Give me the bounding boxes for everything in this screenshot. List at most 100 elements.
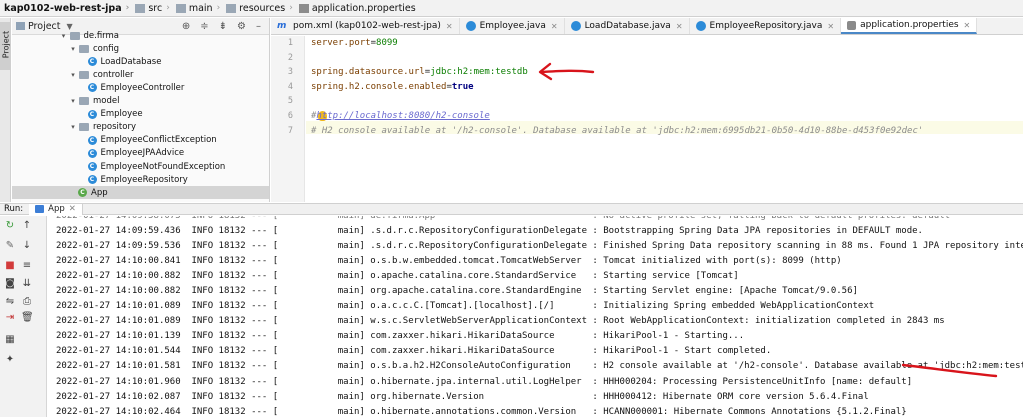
line-number: 1 [287, 38, 293, 48]
tree-item-employeerepository[interactable]: C EmployeeRepository [12, 173, 188, 186]
breadcrumb-separator-icon: › [166, 3, 170, 13]
editor-tab[interactable]: m pom.xml (kap0102-web-rest-jpa) ✕ [271, 18, 460, 34]
breadcrumb-separator-icon: › [125, 3, 130, 13]
tree-item-employeejpaadvice[interactable]: C EmployeeJPAAdvice [12, 147, 184, 160]
tree-item-app[interactable]: C App [12, 186, 269, 200]
close-icon[interactable]: ✕ [964, 21, 971, 30]
breadcrumb-item[interactable]: kap0102-web-rest-jpa › [4, 3, 133, 14]
console-line: 2022-01-27 14:10:01.544 INFO 18132 --- [… [56, 346, 772, 357]
code-line[interactable]: server.port=8099 [311, 37, 398, 50]
run-console[interactable]: 2022-01-27 14:09:58.075 INFO 18132 --- [… [48, 216, 1023, 417]
tree-item-label: EmployeeConflictException [100, 135, 217, 146]
collapse-all-icon[interactable]: ⇟ [219, 21, 227, 32]
console-line: 2022-01-27 14:10:02.464 INFO 18132 --- [… [56, 406, 907, 417]
tree-item-config[interactable]: ▾ config [12, 42, 119, 55]
run-config-tab-label: App [48, 204, 65, 214]
tree-item-label: EmployeeController [100, 82, 185, 93]
close-icon[interactable]: ✕ [827, 22, 834, 31]
tree-item-label: de.firma [83, 30, 120, 41]
stop-icon[interactable]: ■ [4, 260, 16, 271]
breadcrumb-separator-icon: › [216, 3, 221, 13]
java-class-icon [695, 21, 706, 31]
tree-item-employeecontroller[interactable]: C EmployeeController [12, 81, 184, 94]
tree-item-repository[interactable]: ▾ repository [12, 121, 136, 134]
tree-item-label: controller [93, 69, 134, 80]
exit-icon[interactable]: ⇥ [4, 312, 16, 323]
console-line: 2022-01-27 14:10:01.089 INFO 18132 --- [… [56, 316, 945, 327]
minimize-icon[interactable]: – [256, 21, 261, 32]
close-icon[interactable]: ✕ [69, 204, 76, 214]
gear-icon[interactable]: ⚙ [237, 21, 246, 32]
chevron-down-icon[interactable]: ▾ [69, 71, 77, 79]
java-class-icon [570, 21, 581, 31]
tree-item-label: EmployeeNotFoundException [100, 161, 226, 172]
layout-icon[interactable]: ▦ [4, 334, 16, 345]
folder-icon [135, 3, 146, 13]
code-editor[interactable]: 1 2 3 4 5 6 7 server.port=8099 spring.datasourc… [271, 36, 1023, 202]
breadcrumb-label: main [188, 2, 213, 14]
editor-tab[interactable]: application.properties ✕ [841, 18, 978, 34]
console-line: 2022-01-27 14:10:01.139 INFO 18132 --- [… [56, 331, 745, 342]
scroll-down-icon[interactable]: ↓ [21, 240, 33, 251]
breadcrumb-label: src [148, 2, 163, 14]
tree-item-employee[interactable]: C Employee [12, 108, 143, 121]
tree-item-employeeconflictexception[interactable]: C EmployeeConflictException [12, 134, 217, 147]
tree-item-loaddatabase[interactable]: C LoadDatabase [12, 55, 161, 68]
tree-item-de.firma[interactable]: ▾ de.firma [12, 29, 119, 42]
project-tool-tab[interactable]: Project [0, 22, 11, 70]
application-icon [35, 205, 45, 213]
tool-window-strip: Project [0, 18, 11, 202]
wrench-icon[interactable]: ✎ [4, 240, 16, 251]
close-icon[interactable]: ✕ [551, 22, 558, 31]
property-value: 8099 [376, 38, 398, 48]
code-line[interactable]: # H2 console available at '/h2-console'.… [311, 125, 923, 138]
soft-wrap-icon[interactable]: ≡ [21, 260, 33, 271]
code-line[interactable]: spring.datasource.url=jdbc:h2:mem:testdb [311, 66, 528, 79]
breadcrumb-item[interactable]: src › [133, 3, 173, 14]
code-line[interactable]: spring.h2.console.enabled=true [311, 81, 474, 94]
java-class-icon: C [87, 135, 97, 145]
property-key: spring.datasource.url [311, 67, 425, 78]
breadcrumb-item[interactable]: resources › [224, 3, 297, 14]
property-key: spring.h2.console.enabled [311, 81, 447, 92]
chevron-down-icon[interactable]: ▾ [60, 32, 68, 40]
breadcrumb-item[interactable]: application.properties [297, 3, 416, 14]
run-panel-header: Run: App ✕ [0, 203, 1023, 215]
print-icon[interactable]: ⎙ [21, 296, 33, 307]
breadcrumb: kap0102-web-rest-jpa › src › main › resources ›… [0, 0, 1023, 17]
editor-tab[interactable]: LoadDatabase.java ✕ [565, 18, 690, 34]
restore-layout-icon[interactable]: ⇋ [4, 296, 16, 307]
code-comment: # H2 console available at '/h2-console'.… [311, 125, 924, 136]
comment-link-text[interactable]: http://localhost:8080/h2-console [316, 111, 489, 121]
run-config-tab[interactable]: App ✕ [29, 203, 83, 215]
editor-tab[interactable]: EmployeeRepository.java ✕ [690, 18, 842, 34]
locate-icon[interactable]: ⊕ [182, 21, 190, 32]
console-line: 2022-01-27 14:10:00.841 INFO 18132 --- [… [56, 256, 842, 267]
scroll-up-icon[interactable]: ↑ [21, 220, 33, 231]
breadcrumb-item[interactable]: main › [174, 3, 224, 14]
pin-icon[interactable]: ✦ [4, 354, 16, 365]
breadcrumb-label: resources [239, 2, 286, 14]
tree-item-employeenotfoundexception[interactable]: C EmployeeNotFoundException [12, 160, 225, 173]
comment-link[interactable]: http://localhost:8080/h2-console [316, 111, 489, 121]
tree-item-controller[interactable]: ▾ controller [12, 68, 134, 81]
chevron-down-icon[interactable]: ▾ [69, 45, 77, 53]
code-line[interactable]: #http://localhost:8080/h2-console [311, 110, 490, 123]
camera-icon[interactable]: ◙ [4, 278, 16, 289]
tree-item-label: config [93, 43, 120, 54]
rerun-icon[interactable]: ↻ [4, 220, 16, 231]
editor-tab[interactable]: Employee.java ✕ [460, 18, 565, 34]
java-class-icon: C [87, 57, 97, 67]
tree-item-model[interactable]: ▾ model [12, 95, 119, 108]
editor-tab-label: pom.xml (kap0102-web-rest-jpa) [293, 21, 441, 31]
chevron-down-icon[interactable]: ▾ [69, 123, 77, 131]
close-icon[interactable]: ✕ [676, 22, 683, 31]
close-icon[interactable]: ✕ [446, 22, 453, 31]
expand-all-icon[interactable]: ≑ [200, 21, 208, 32]
editor-tab-label: EmployeeRepository.java [709, 21, 823, 31]
trash-icon[interactable]: 🗑 [21, 312, 34, 323]
scroll-to-end-icon[interactable]: ⇊ [21, 278, 33, 289]
tree-item-label: Employee [100, 109, 143, 120]
java-class-icon: C [87, 109, 97, 119]
chevron-down-icon[interactable]: ▾ [69, 97, 77, 105]
